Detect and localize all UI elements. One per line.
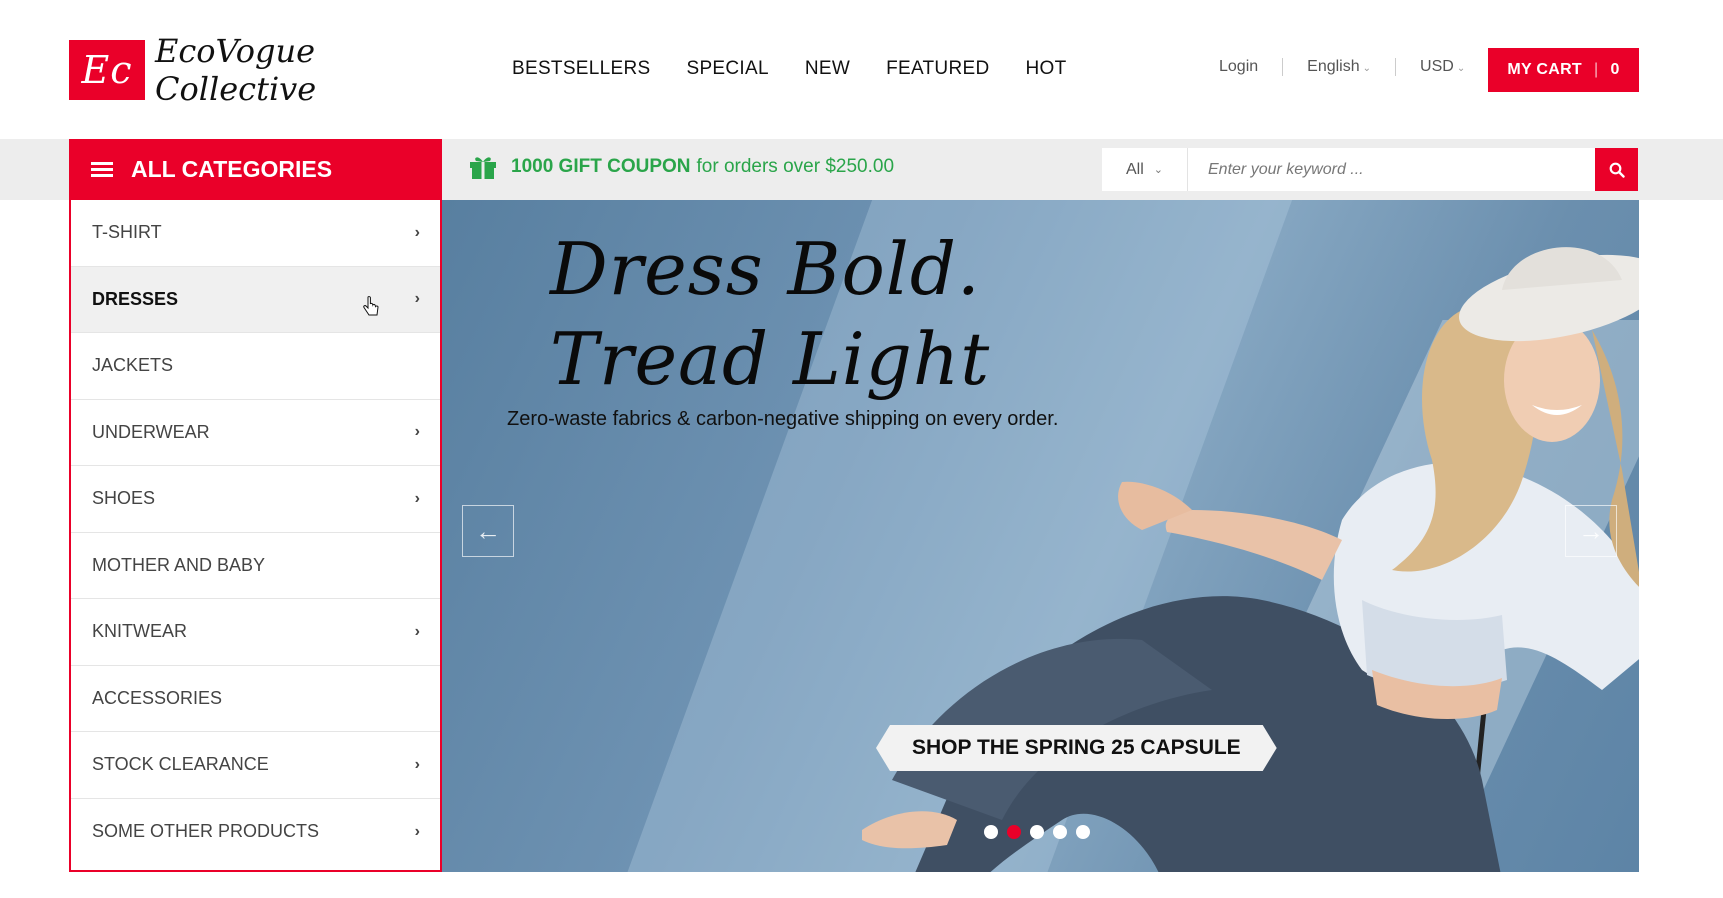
all-categories-button[interactable]: ALL CATEGORIES [69,139,442,200]
search-box: All ⌄ [1102,148,1638,191]
sidebar-item-dresses[interactable]: DRESSES › [71,266,440,333]
sidebar-item-label: JACKETS [92,355,174,376]
next-slide-button[interactable]: → [1565,505,1617,557]
headline-line-1: Dress Bold. [550,227,981,311]
sidebar-item-label: UNDERWEAR [92,421,210,442]
login-link[interactable]: Login [1219,58,1258,76]
logo-wordmark: EcoVogue Collective [155,32,316,108]
hero-slider: Dress Bold. Tread Light Zero-waste fabri… [442,200,1639,872]
chevron-right-icon: › [414,489,420,507]
sidebar-item-label: DRESSES [92,288,179,309]
category-list: T-SHIRT › DRESSES › JACKETS UNDERWEAR › SHOES › M… [71,200,440,865]
sidebar-item-t-shirt[interactable]: T-SHIRT › [71,200,440,267]
page: Ec EcoVogue Collective BESTSELLERS SPECI… [0,0,1723,898]
sidebar-item-mother-and-baby[interactable]: MOTHER AND BABY [71,533,440,599]
coupon-highlight: 1000 GIFT COUPON [511,156,691,177]
currency-select[interactable]: USD ⌄ [1420,58,1465,76]
divider [1395,58,1397,76]
chevron-down-icon: ⌄ [1362,63,1372,74]
sidebar-item-label: T-SHIRT [92,222,162,243]
main-nav: BESTSELLERS SPECIAL NEW FEATURED HOT [512,58,1066,80]
slider-dot[interactable] [1053,825,1067,839]
sidebar-item-shoes[interactable]: SHOES › [71,466,440,533]
sidebar-item-jackets[interactable]: JACKETS [71,333,440,400]
chevron-right-icon: › [414,755,420,773]
chevron-right-icon: › [414,290,420,308]
slider-dot[interactable] [1076,825,1090,839]
hand-cursor-icon [363,295,379,315]
nav-special[interactable]: SPECIAL [686,58,768,80]
search-icon [1609,162,1625,178]
sidebar-item-label: SHOES [92,488,156,509]
coupon-promo[interactable]: 1000 GIFT COUPON for orders over $250.00 [469,154,894,180]
sidebar-item-knitwear[interactable]: KNITWEAR › [71,599,440,666]
chevron-right-icon: › [414,423,420,441]
sidebar-item-stock-clearance[interactable]: STOCK CLEARANCE › [71,732,440,799]
chevron-right-icon: › [414,822,420,840]
sidebar-item-label: KNITWEAR [92,621,188,642]
sidebar-item-label: STOCK CLEARANCE [92,754,269,775]
search-button[interactable] [1595,148,1638,191]
sidebar-item-some-other-products[interactable]: SOME OTHER PRODUCTS › [71,799,440,866]
nav-new[interactable]: NEW [805,58,850,80]
nav-hot[interactable]: HOT [1025,58,1066,80]
sidebar-item-label: SOME OTHER PRODUCTS [92,821,320,842]
coupon-text: for orders over $250.00 [696,156,895,177]
chevron-right-icon: › [414,223,420,241]
chevron-down-icon: ⌄ [1153,164,1163,176]
logo-line-2: Collective [155,70,317,108]
nav-featured[interactable]: FEATURED [886,58,989,80]
prev-slide-button[interactable]: ← [462,505,514,557]
hero-subline: Zero-waste fabrics & carbon-negative shi… [507,408,1059,430]
slider-dot[interactable] [1007,825,1021,839]
chevron-down-icon: ⌄ [1456,63,1466,74]
hero-headline: Dress Bold. Tread Light [550,224,990,404]
sidebar-item-label: ACCESSORIES [92,687,223,708]
slider-dot[interactable] [1030,825,1044,839]
sidebar-item-label: MOTHER AND BABY [92,554,266,575]
list-icon [91,162,113,177]
sidebar-item-accessories[interactable]: ACCESSORIES [71,666,440,732]
cart-label: MY CART [1507,61,1583,78]
language-select[interactable]: English ⌄ [1307,58,1371,76]
cart-divider: | [1594,61,1599,78]
logo-mark: Ec [69,40,145,100]
slider-dot[interactable] [984,825,998,839]
sidebar-item-underwear[interactable]: UNDERWEAR › [71,400,440,466]
brand-logo[interactable]: Ec EcoVogue Collective [69,32,316,108]
currency-label: USD [1420,58,1454,75]
shop-capsule-button[interactable]: SHOP THE SPRING 25 CAPSULE [876,725,1277,771]
nav-bestsellers[interactable]: BESTSELLERS [512,58,650,80]
search-input[interactable] [1188,148,1595,191]
slider-dots [984,825,1090,839]
divider [1282,58,1284,76]
all-categories-label: ALL CATEGORIES [131,156,333,182]
top-links: Login English ⌄ USD ⌄ [1219,58,1465,76]
my-cart-button[interactable]: MY CART | 0 [1488,48,1639,92]
search-category-select[interactable]: All ⌄ [1102,148,1188,191]
cart-count: 0 [1610,61,1620,78]
logo-line-1: EcoVogue [155,32,316,70]
headline-line-2: Tread Light [550,317,991,401]
search-category-label: All [1126,160,1144,178]
chevron-right-icon: › [414,622,420,640]
arrow-left-icon: ← [475,515,501,546]
arrow-right-icon: → [1578,515,1604,546]
category-sidebar: T-SHIRT › DRESSES › JACKETS UNDERWEAR › SHOES › M… [69,200,442,872]
gift-icon [470,157,496,179]
language-label: English [1307,58,1360,75]
